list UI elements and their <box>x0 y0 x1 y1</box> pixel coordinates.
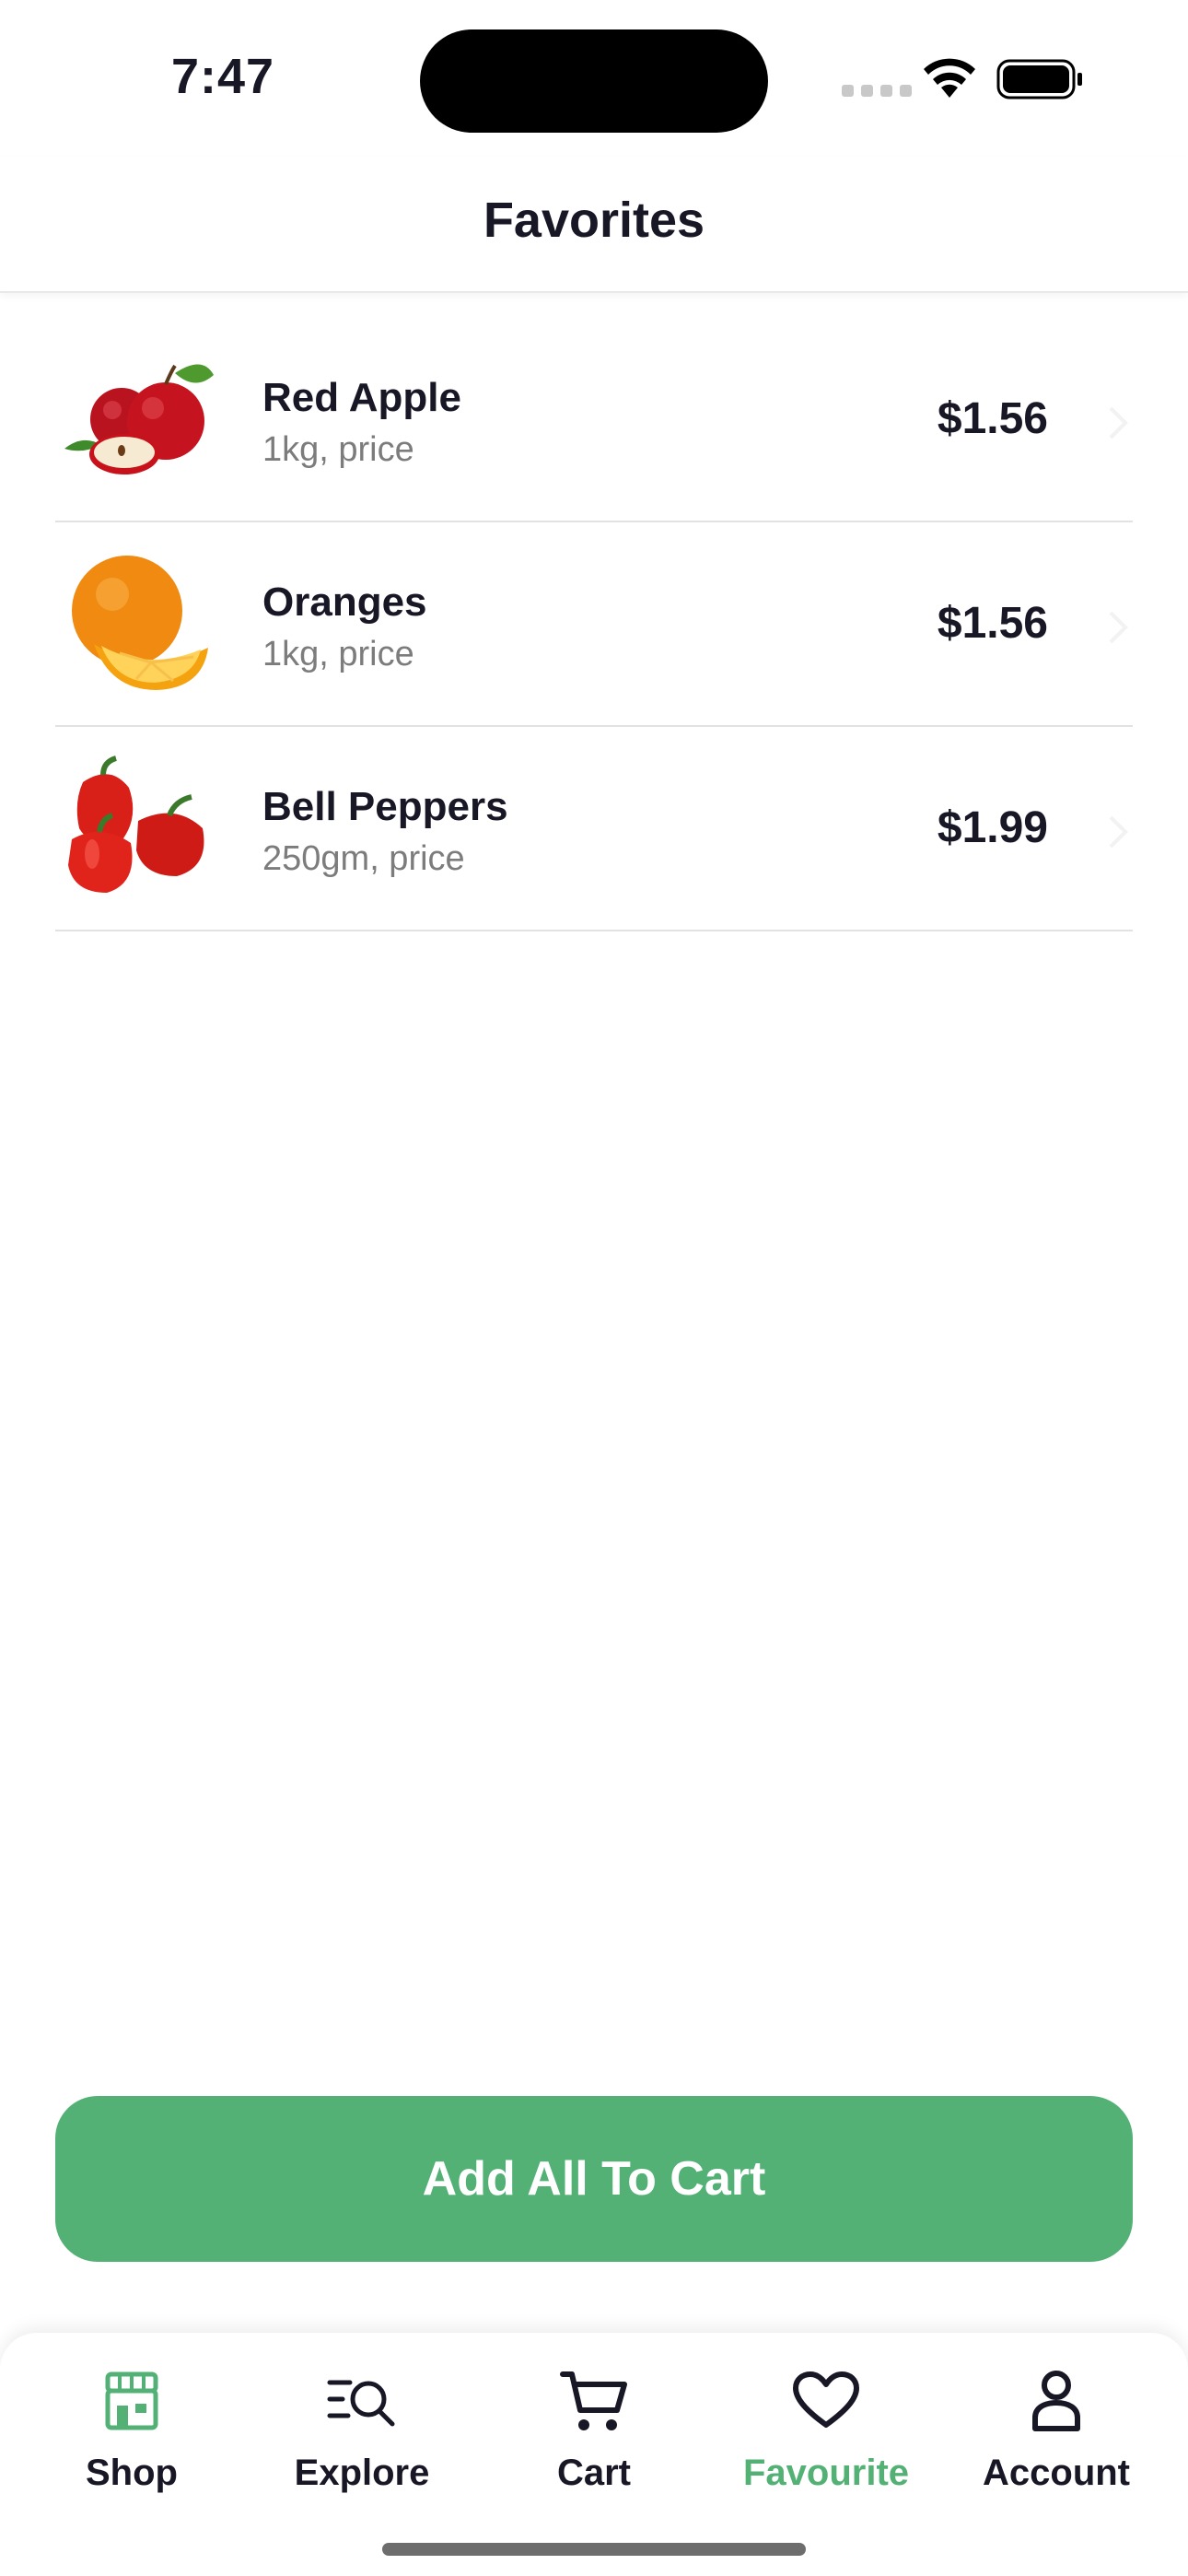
favorite-item-bell-peppers[interactable]: Bell Peppers 250gm, price $1.99 <box>55 727 1133 931</box>
battery-icon <box>996 59 1082 100</box>
page-header: Favorites <box>0 157 1188 293</box>
store-icon <box>102 2368 161 2434</box>
explore-icon <box>326 2368 398 2434</box>
tab-account[interactable]: Account <box>941 2333 1171 2526</box>
tab-favourite[interactable]: Favourite <box>711 2333 941 2526</box>
chevron-right-icon <box>1109 815 1128 849</box>
tab-explore[interactable]: Explore <box>247 2333 477 2526</box>
item-unit: 1kg, price <box>262 635 414 673</box>
add-all-to-cart-button[interactable]: Add All To Cart <box>55 2096 1133 2262</box>
cart-icon <box>560 2368 628 2434</box>
heart-icon <box>792 2368 860 2434</box>
item-unit: 250gm, price <box>262 839 465 878</box>
page-title: Favorites <box>483 193 705 248</box>
favorites-list: Red Apple 1kg, price $1.56 Oranges 1kg, … <box>55 318 1133 931</box>
red-apple-image <box>64 364 214 474</box>
dynamic-island <box>420 29 768 133</box>
item-price: $1.99 <box>937 803 1048 852</box>
item-price: $1.56 <box>937 394 1048 443</box>
tab-label: Account <box>983 2453 1130 2493</box>
wifi-icon <box>924 58 975 98</box>
status-time: 7:47 <box>171 49 275 104</box>
tab-shop[interactable]: Shop <box>17 2333 247 2526</box>
item-unit: 1kg, price <box>262 430 414 469</box>
tab-label: Explore <box>294 2453 430 2493</box>
bell-peppers-image <box>68 755 204 893</box>
tab-label: Shop <box>86 2453 178 2493</box>
status-bar: 7:47 <box>0 0 1188 157</box>
favorite-item-oranges[interactable]: Oranges 1kg, price $1.56 <box>55 522 1133 727</box>
home-indicator[interactable] <box>382 2543 806 2556</box>
item-name: Red Apple <box>262 375 461 420</box>
item-name: Bell Peppers <box>262 784 508 829</box>
user-icon <box>1031 2368 1082 2434</box>
bottom-tab-bar: Shop Explore Cart Favourite Account <box>0 2333 1188 2576</box>
tab-label: Cart <box>556 2453 632 2493</box>
tab-label: Favourite <box>742 2453 910 2493</box>
chevron-right-icon <box>1109 611 1128 644</box>
favorite-item-red-apple[interactable]: Red Apple 1kg, price $1.56 <box>55 318 1133 522</box>
item-name: Oranges <box>262 580 427 625</box>
item-price: $1.56 <box>937 599 1048 648</box>
cellular-signal-icon <box>842 85 912 97</box>
tab-cart[interactable]: Cart <box>479 2333 709 2526</box>
oranges-image <box>72 556 208 690</box>
chevron-right-icon <box>1109 406 1128 439</box>
